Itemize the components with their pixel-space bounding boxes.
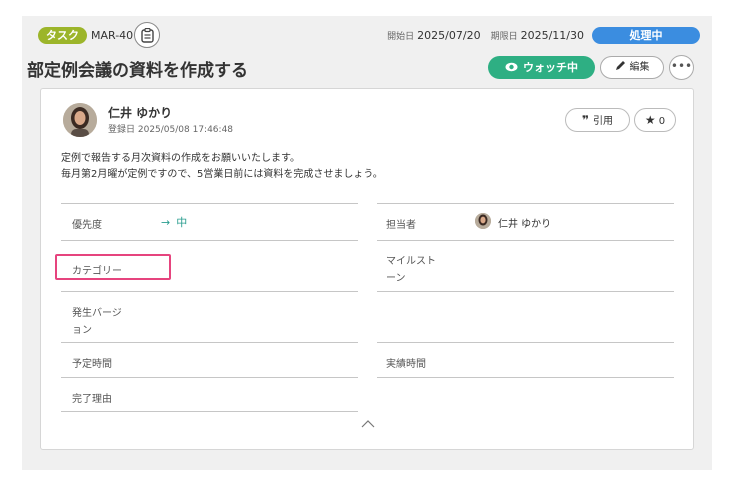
divider [61,342,358,343]
category-label[interactable]: カテゴリー [72,262,122,277]
divider [61,291,358,292]
assignee-name[interactable]: 仁井 ゆかり [498,215,551,230]
issue-dates: 開始日 2025/07/20 期限日 2025/11/30 [387,29,584,42]
person-avatar-icon [475,213,491,229]
chevron-up-icon[interactable] [361,419,375,428]
divider [377,291,674,292]
planned-hours-label: 予定時間 [72,359,112,370]
description-line: 毎月第2月曜が定例ですので、5営業日前には資料を完成させましょう。 [61,169,383,180]
priority-text: 中 [176,216,188,229]
priority-label: 優先度 [72,220,102,231]
issue-title: 部定例会議の資料を作成する [27,61,248,81]
issue-type-badge: タスク [38,27,87,44]
milestone-label-line: ーン [386,273,406,284]
quote-icon: ❞ [581,113,590,127]
quote-label: 引用 [593,116,614,127]
copy-key-button[interactable] [134,22,160,48]
issue-description: 定例で報告する月次資料の作成をお願いいたします。 毎月第2月曜が定例ですので、5… [61,151,383,183]
divider [377,342,674,343]
assignee-label: 担当者 [386,220,416,231]
due-date-label: 期限日 [490,32,518,42]
divider [377,377,674,378]
edit-label: 編集 [629,62,650,73]
divider [61,377,358,378]
pencil-icon [615,61,625,70]
person-avatar-icon [63,103,97,137]
star-count: 0 [658,116,666,127]
actual-hours-label: 実績時間 [386,359,426,370]
divider [61,203,358,204]
edit-button[interactable]: 編集 [600,56,664,79]
issue-detail-card: 仁井 ゆかり 登録日 2025/05/08 17:46:48 ❞ 引用 ★ 0 定例… [40,88,694,450]
divider [377,240,674,241]
arrow-right-icon: → [161,216,171,229]
milestone-label-line: マイルスト [386,256,436,267]
divider [61,240,358,241]
version-label-line: ョン [72,325,92,336]
star-button[interactable]: ★ 0 [634,108,676,132]
version-label-line: 発生バージ [72,308,122,319]
version-label: 発生バージ ョン [72,305,122,339]
author-name[interactable]: 仁井 ゆかり [108,104,172,121]
start-date-label: 開始日 [387,32,415,42]
assignee-avatar [475,213,491,229]
divider [61,411,358,412]
issue-header: タスク MAR-40 開始日 2025/07/20 期限日 2025/11/30 処理… [36,22,704,48]
priority-value[interactable]: → 中 [161,214,187,230]
registered-date: 登録日 2025/05/08 17:46:48 [108,125,234,135]
eye-icon [505,62,518,72]
watch-button[interactable]: ウォッチ中 [488,56,595,79]
due-date-value: 2025/11/30 [520,29,584,42]
status-badge[interactable]: 処理中 [592,27,700,44]
author-avatar [63,103,97,137]
clipboard-icon [141,28,154,43]
milestone-label: マイルスト ーン [386,253,436,287]
watch-label: ウォッチ中 [523,61,578,74]
issue-key: MAR-40 [91,29,134,42]
quote-button[interactable]: ❞ 引用 [565,108,630,132]
divider [377,203,674,204]
resolution-label: 完了理由 [72,394,112,405]
start-date-value: 2025/07/20 [417,29,481,42]
description-line: 定例で報告する月次資料の作成をお願いいたします。 [61,153,300,164]
star-icon: ★ [644,113,656,127]
more-options-button[interactable]: ••• [669,55,694,80]
